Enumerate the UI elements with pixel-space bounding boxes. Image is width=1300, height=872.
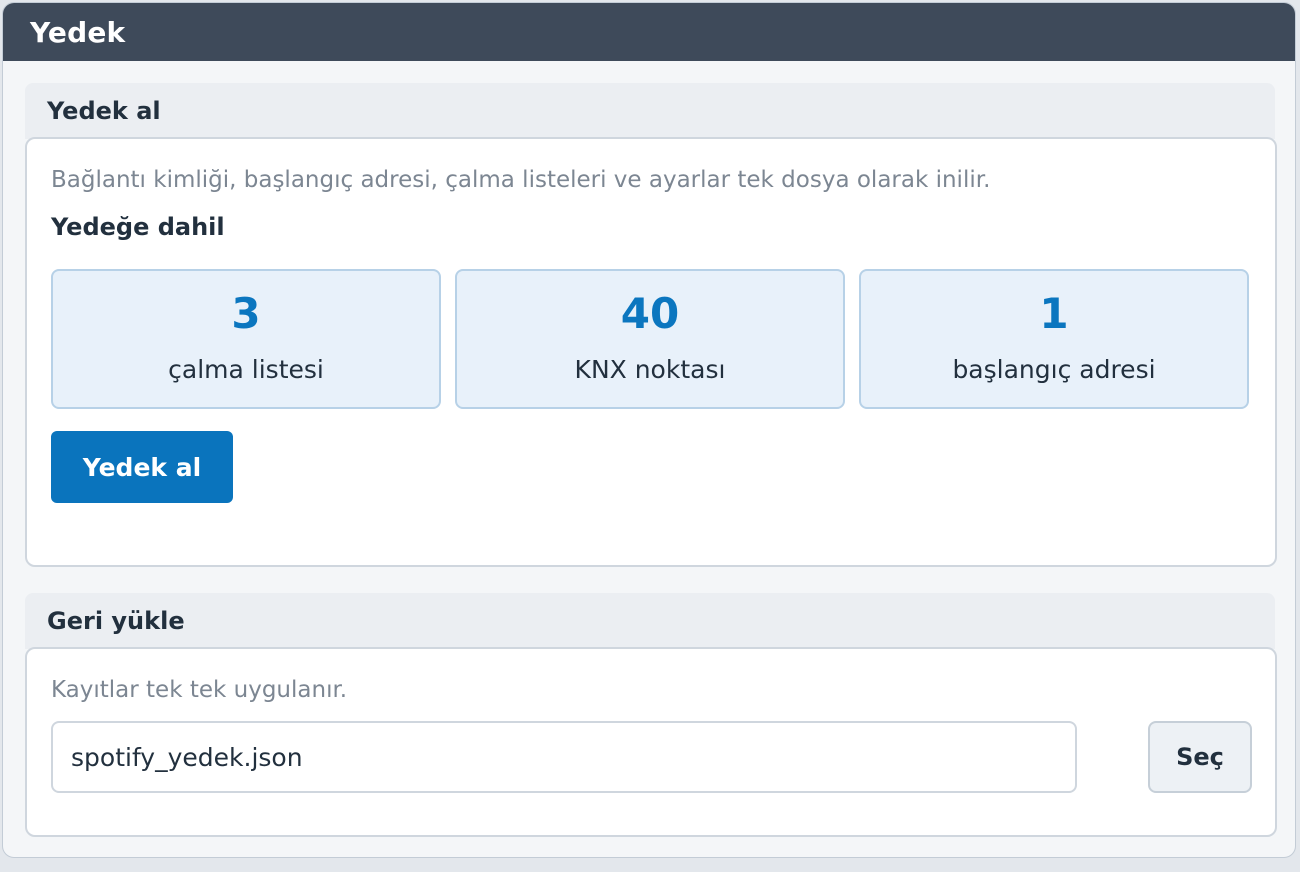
backup-window: Yedek Yedek al Bağlantı kimliği, başlang… [2, 2, 1296, 858]
stat-value: 1 [1039, 289, 1069, 338]
backup-button[interactable]: Yedek al [51, 431, 233, 503]
restore-file-name: spotify_yedek.json [71, 742, 303, 772]
restore-section-title: Geri yükle [47, 607, 185, 635]
restore-panel: Kayıtlar tek tek uygulanır. spotify_yede… [25, 647, 1277, 837]
window-title: Yedek [30, 15, 126, 49]
stat-label: çalma listesi [168, 355, 324, 384]
stat-label: KNX noktası [574, 355, 726, 384]
restore-file-field[interactable]: spotify_yedek.json [51, 721, 1077, 793]
backup-description: Bağlantı kimliği, başlangıç adresi, çalm… [51, 167, 991, 193]
choose-file-button[interactable]: Seç [1148, 721, 1252, 793]
stat-knx-points: 40 KNX noktası [455, 269, 845, 409]
backup-section-title: Yedek al [47, 97, 161, 125]
restore-description: Kayıtlar tek tek uygulanır. [51, 677, 348, 703]
stat-label: başlangıç adresi [952, 355, 1156, 384]
backup-panel: Bağlantı kimliği, başlangıç adresi, çalm… [25, 137, 1277, 567]
window-titlebar: Yedek [3, 3, 1295, 61]
stat-playlists: 3 çalma listesi [51, 269, 441, 409]
stat-value: 40 [620, 289, 680, 338]
restore-section-header: Geri yükle [25, 593, 1275, 649]
included-label: Yedeğe dahil [51, 213, 225, 241]
stat-value: 3 [231, 289, 261, 338]
stat-start-address: 1 başlangıç adresi [859, 269, 1249, 409]
backup-section-header: Yedek al [25, 83, 1275, 139]
